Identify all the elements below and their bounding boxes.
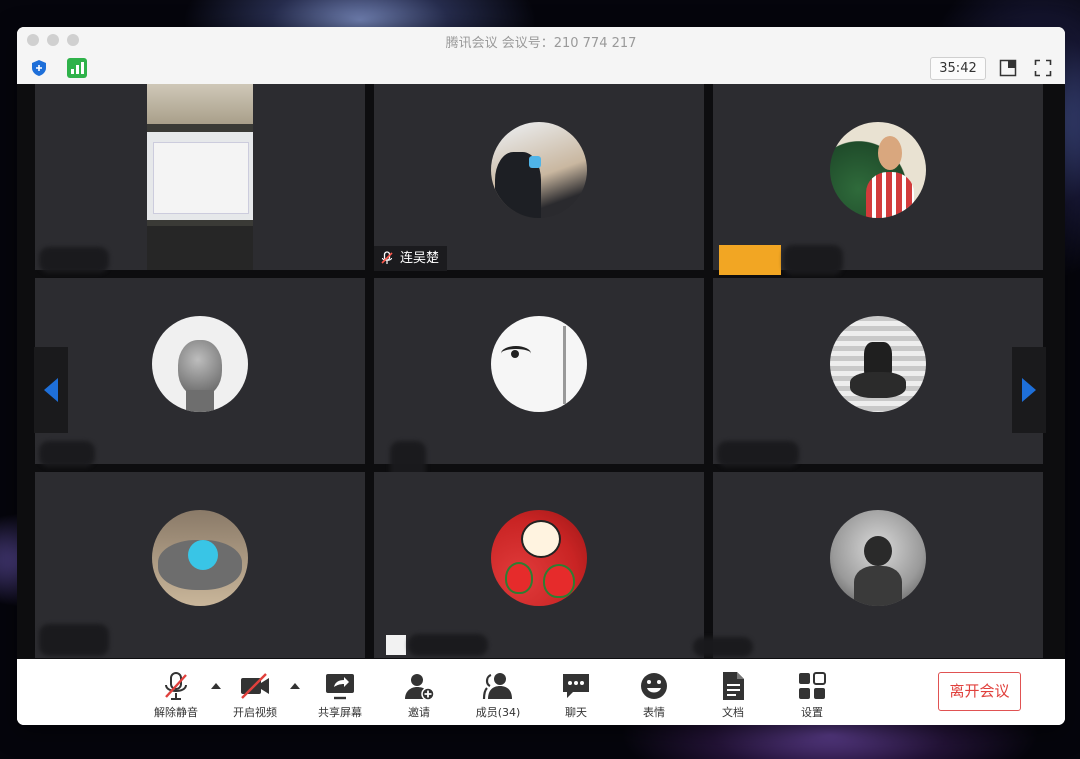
participant-name-redacted: [39, 247, 109, 273]
mic-muted-icon: [381, 251, 393, 264]
settings-button[interactable]: 设置: [777, 669, 847, 721]
name-highlight-redacted: [719, 245, 781, 275]
chat-button[interactable]: 聊天: [541, 669, 611, 721]
participant-tile[interactable]: 连吴楚: [374, 84, 704, 271]
participant-tile[interactable]: [374, 472, 704, 658]
camera-video-feed: [147, 84, 253, 270]
arrow-left-icon: [44, 378, 58, 402]
emoji-icon: [641, 673, 667, 699]
next-page-button[interactable]: [1012, 347, 1046, 433]
avatar: [152, 510, 248, 606]
mic-muted-icon: [165, 672, 187, 700]
participant-name-redacted: [39, 624, 109, 656]
arrow-right-icon: [1022, 378, 1036, 402]
top-toolbar: 35:42: [17, 53, 1065, 85]
documents-button[interactable]: 文档: [698, 669, 768, 721]
unmute-label: 解除静音: [154, 706, 198, 719]
participant-tile[interactable]: [35, 84, 365, 273]
reactions-button[interactable]: 表情: [619, 669, 689, 721]
participant-name-redacted: [39, 441, 95, 467]
start-video-button[interactable]: 开启视频: [220, 669, 290, 721]
previous-page-button[interactable]: [34, 347, 68, 433]
participant-tile[interactable]: [35, 472, 365, 658]
chat-icon: [563, 674, 589, 698]
meeting-window: 腾讯会议 会议号：210 774 217 35:42 连吴楚 解除静音 开启视频…: [17, 27, 1065, 725]
participant-tile[interactable]: [713, 278, 1043, 467]
share-screen-button[interactable]: 共享屏幕: [305, 669, 375, 721]
add-user-icon: [405, 674, 435, 701]
avatar: [830, 122, 926, 218]
participant-tile[interactable]: [374, 278, 704, 481]
participant-tile[interactable]: [713, 84, 1043, 275]
members-icon: [482, 673, 512, 700]
reactions-label: 表情: [643, 706, 665, 719]
avatar: [491, 316, 587, 412]
participant-tile[interactable]: [35, 278, 365, 467]
layout-toggle-icon[interactable]: [999, 59, 1017, 77]
avatar: [152, 316, 248, 412]
participant-name: 连吴楚: [400, 251, 440, 266]
document-icon: [723, 672, 744, 700]
network-signal-icon[interactable]: [67, 58, 87, 78]
members-button[interactable]: 成员(34): [463, 669, 533, 721]
video-options-caret[interactable]: [290, 683, 300, 689]
video-off-icon: [241, 673, 269, 699]
participant-tile[interactable]: [693, 472, 1043, 658]
members-label: 成员(34): [475, 706, 521, 719]
participant-name-redacted: [408, 634, 488, 656]
security-shield-icon[interactable]: [30, 59, 48, 77]
name-highlight-redacted: [386, 635, 406, 655]
participant-name-redacted: [693, 637, 753, 657]
video-grid: 连吴楚: [17, 84, 1065, 659]
chat-label: 聊天: [565, 706, 587, 719]
participant-name-redacted: [717, 441, 799, 467]
invite-button[interactable]: 邀请: [384, 669, 454, 721]
avatar: [830, 510, 926, 606]
participant-name-redacted: [783, 245, 843, 275]
invite-label: 邀请: [408, 706, 430, 719]
title-bar: 腾讯会议 会议号：210 774 217: [17, 27, 1065, 53]
avatar: [830, 316, 926, 412]
avatar: [491, 122, 587, 218]
window-title: 腾讯会议 会议号：210 774 217: [445, 36, 637, 51]
fullscreen-icon[interactable]: [1034, 59, 1052, 77]
grid-settings-icon: [799, 672, 826, 699]
share-screen-icon: [326, 674, 354, 700]
leave-meeting-button[interactable]: 离开会议: [938, 672, 1021, 711]
start-video-label: 开启视频: [233, 706, 277, 719]
share-screen-label: 共享屏幕: [318, 706, 362, 719]
unmute-button[interactable]: 解除静音: [141, 669, 211, 721]
avatar: [491, 510, 587, 606]
settings-label: 设置: [801, 706, 823, 719]
meeting-toolbar: 解除静音 开启视频 共享屏幕 邀请 成员(34) 聊天 表情 文档 设置 离开会…: [17, 659, 1065, 725]
participant-name-tag: 连吴楚: [374, 246, 448, 271]
meeting-timer: 35:42: [930, 57, 986, 80]
documents-label: 文档: [722, 706, 744, 719]
